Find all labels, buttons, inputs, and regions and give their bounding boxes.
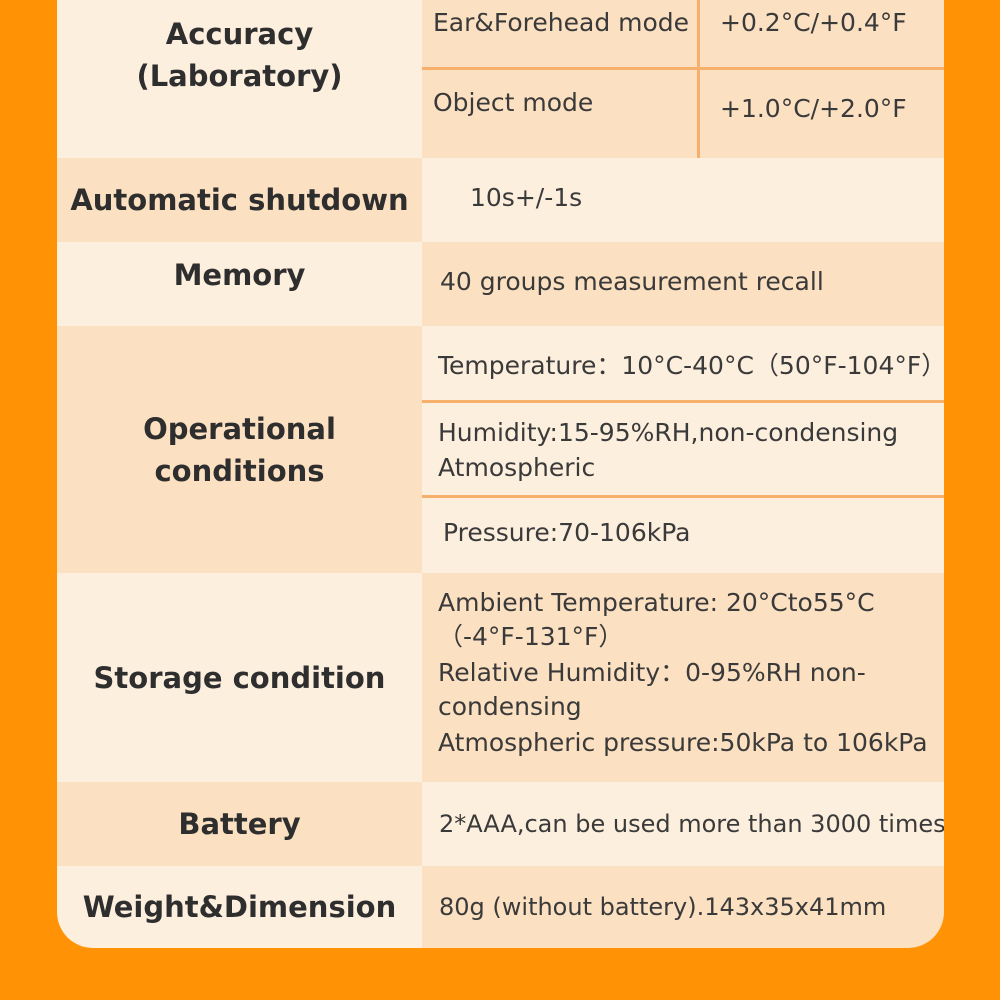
divider	[422, 400, 944, 403]
battery-label-cell: Battery	[57, 782, 422, 866]
memory-label-cell: Memory	[57, 242, 422, 326]
shutdown-label-cell: Automatic shutdown	[57, 158, 422, 242]
memory-label: Memory	[173, 258, 306, 292]
weight-value-cell: 80g (without battery).143x35x41mm	[422, 866, 944, 948]
operational-label-cell: Operational conditions	[57, 326, 422, 573]
storage-pressure: Atmospheric pressure:50kPa to 106kPa	[438, 728, 928, 757]
object-mode-accuracy: +1.0°C/+2.0°F	[720, 94, 907, 123]
divider	[422, 67, 944, 70]
accuracy-label-sub: (Laboratory)	[136, 59, 343, 93]
battery-value: 2*AAA,can be used more than 3000 times	[439, 810, 944, 838]
battery-value-cell: 2*AAA,can be used more than 3000 times	[422, 782, 944, 866]
shutdown-label: Automatic shutdown	[70, 183, 409, 217]
storage-value-cell: Ambient Temperature: 20°Cto55°C （-4°F-13…	[422, 573, 944, 782]
storage-label: Storage condition	[93, 660, 386, 695]
ear-forehead-accuracy: +0.2°C/+0.4°F	[720, 8, 907, 37]
ear-forehead-mode: Ear&Forehead mode	[433, 8, 690, 37]
memory-value: 40 groups measurement recall	[440, 267, 824, 296]
memory-value-cell: 40 groups measurement recall	[422, 242, 944, 326]
weight-label-cell: Weight&Dimension	[57, 866, 422, 948]
accuracy-label: Accuracy	[165, 17, 314, 51]
operational-atmospheric: Atmospheric	[438, 453, 596, 482]
storage-label-cell: Storage condition	[57, 573, 422, 782]
battery-label: Battery	[178, 807, 301, 841]
divider	[422, 495, 944, 498]
operational-label: Operational	[143, 411, 336, 446]
weight-label: Weight&Dimension	[82, 890, 397, 924]
object-mode: Object mode	[433, 88, 594, 117]
divider	[697, 0, 700, 158]
spec-table: Accuracy (Laboratory) Ear&Forehead mode …	[57, 0, 944, 948]
operational-label-sub: conditions	[154, 453, 325, 488]
shutdown-value: 10s+/-1s	[470, 183, 583, 212]
operational-humidity: Humidity:15-95%RH,non-condensing	[438, 418, 899, 447]
accuracy-label-cell: Accuracy (Laboratory)	[57, 0, 422, 158]
weight-value: 80g (without battery).143x35x41mm	[439, 893, 887, 921]
operational-temperature: Temperature：10°C-40°C（50°F-104°F）	[438, 351, 944, 380]
storage-humidity-cont: condensing	[438, 692, 582, 721]
storage-ambient-temp-f: （-4°F-131°F）	[438, 622, 624, 651]
shutdown-value-cell: 10s+/-1s	[422, 158, 944, 242]
operational-pressure: Pressure:70-106kPa	[443, 518, 691, 547]
storage-ambient-temp: Ambient Temperature: 20°Cto55°C	[438, 588, 875, 617]
storage-humidity: Relative Humidity：0-95%RH non-	[438, 658, 866, 687]
